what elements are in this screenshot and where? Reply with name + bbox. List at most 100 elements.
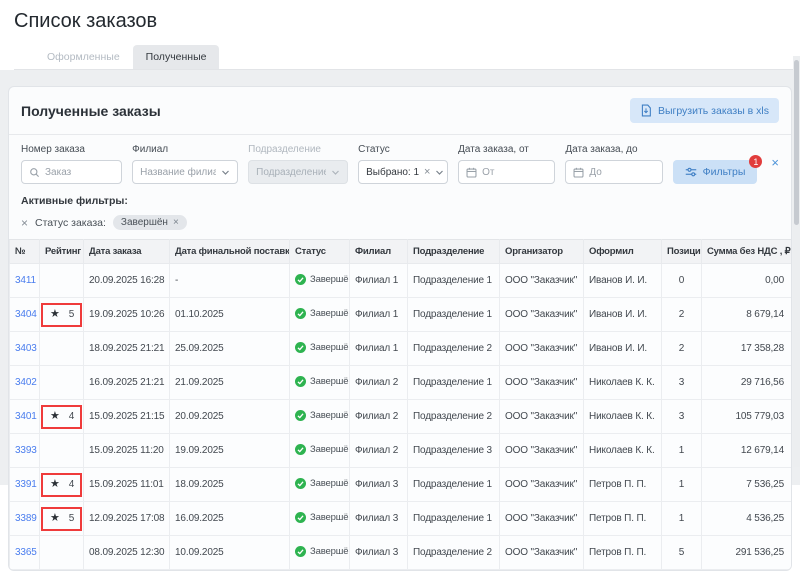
rating-highlight-box: ★4	[41, 473, 82, 497]
cell-division: Подразделение 2	[408, 332, 500, 366]
cell-status: Завершён	[290, 264, 350, 298]
page-header: Список заказов Оформленные Полученные	[0, 0, 800, 70]
col-total: Сумма без НДС , ₽	[702, 240, 793, 264]
order-link[interactable]: 3393	[15, 445, 37, 456]
status-clear-icon[interactable]: ×	[424, 167, 430, 178]
cell-final-delivery-date: 20.09.2025	[170, 400, 290, 434]
filters-button[interactable]: Фильтры	[673, 160, 758, 184]
star-icon: ★	[50, 479, 60, 490]
cell-rating	[40, 536, 84, 570]
export-file-icon	[640, 104, 652, 117]
col-number: №	[10, 240, 40, 264]
date-to-field[interactable]	[565, 160, 662, 184]
search-icon	[29, 167, 40, 178]
filters-row: Номер заказа Филиал Название филиала	[9, 135, 791, 191]
cell-branch: Филиал 3	[350, 502, 408, 536]
cell-rating: ★4	[40, 468, 84, 502]
status-badge: Завершён	[295, 308, 350, 319]
active-filter-item: × Статус заказа: Завершён ×	[21, 215, 779, 230]
cell-final-delivery-date: 25.09.2025	[170, 332, 290, 366]
check-circle-icon	[295, 376, 306, 387]
cell-positions: 2	[662, 298, 702, 332]
cell-order-number: 3402	[10, 366, 40, 400]
check-circle-icon	[295, 478, 306, 489]
table-row: 341120.09.2025 16:28-ЗавершёнФилиал 1Под…	[10, 264, 793, 298]
table-header: № Рейтинг Дата заказа Дата финальной пос…	[10, 240, 793, 264]
order-number-input[interactable]	[45, 167, 114, 178]
cell-total: 12 679,14	[702, 434, 793, 468]
cell-status: Завершён	[290, 332, 350, 366]
scrollbar-thumb[interactable]	[794, 60, 799, 225]
export-xls-button[interactable]: Выгрузить заказы в xls	[630, 98, 779, 123]
cell-rating: ★4	[40, 400, 84, 434]
status-label: Завершён	[310, 546, 350, 557]
cell-rating: ★5	[40, 502, 84, 536]
cell-total: 29 716,56	[702, 366, 793, 400]
order-link[interactable]: 3404	[15, 309, 37, 320]
filters-reset-icon[interactable]: ×	[771, 155, 779, 174]
check-circle-icon	[295, 308, 306, 319]
status-label: Завершён	[310, 274, 350, 285]
status-badge: Завершён	[295, 376, 350, 387]
status-label: Завершён	[310, 512, 350, 523]
cell-organizer: ООО "Заказчик"	[500, 332, 584, 366]
status-select[interactable]: Выбрано: 1 ×	[358, 160, 448, 184]
col-division: Подразделение	[408, 240, 500, 264]
order-link[interactable]: 3389	[15, 513, 37, 524]
order-link[interactable]: 3391	[15, 479, 37, 490]
cell-branch: Филиал 3	[350, 468, 408, 502]
division-label: Подразделение	[248, 144, 348, 155]
branch-select[interactable]: Название филиала	[132, 160, 238, 184]
filter-order-number: Номер заказа	[21, 144, 122, 184]
cell-processed-by: Петров П. П.	[584, 502, 662, 536]
division-select-value: Подразделение	[256, 167, 326, 178]
cell-total: 0,00	[702, 264, 793, 298]
cell-total: 8 679,14	[702, 298, 793, 332]
order-link[interactable]: 3402	[15, 377, 37, 388]
date-from-field[interactable]	[458, 160, 555, 184]
order-link[interactable]: 3401	[15, 411, 37, 422]
order-link[interactable]: 3365	[15, 547, 37, 558]
cell-total: 105 779,03	[702, 400, 793, 434]
cell-order-date: 15.09.2025 11:20	[84, 434, 170, 468]
division-select-disabled: Подразделение	[248, 160, 348, 184]
cell-positions: 1	[662, 502, 702, 536]
cell-positions: 1	[662, 468, 702, 502]
cell-total: 291 536,25	[702, 536, 793, 570]
order-link[interactable]: 3411	[15, 275, 36, 286]
tab-processed[interactable]: Оформленные	[34, 45, 133, 69]
remove-filter-icon[interactable]: ×	[21, 217, 28, 229]
cell-status: Завершён	[290, 468, 350, 502]
table-row: 3391★415.09.2025 11:0118.09.2025Завершён…	[10, 468, 793, 502]
status-badge: Завершён	[295, 546, 350, 557]
active-filters-title: Активные фильтры:	[21, 195, 779, 207]
cell-branch: Филиал 3	[350, 536, 408, 570]
cell-order-date: 12.09.2025 17:08	[84, 502, 170, 536]
cell-status: Завершён	[290, 536, 350, 570]
chip-label: Завершён	[121, 217, 168, 228]
cell-positions: 3	[662, 400, 702, 434]
status-label: Завершён	[310, 410, 350, 421]
date-from-input[interactable]	[482, 167, 547, 178]
status-label: Завершён	[310, 308, 350, 319]
order-number-search-field[interactable]	[21, 160, 122, 184]
filters-count-badge: 1	[749, 155, 762, 168]
status-filter-chip[interactable]: Завершён ×	[113, 215, 187, 230]
order-link[interactable]: 3403	[15, 343, 37, 354]
cell-organizer: ООО "Заказчик"	[500, 264, 584, 298]
cell-division: Подразделение 1	[408, 264, 500, 298]
orders-tbody: 341120.09.2025 16:28-ЗавершёнФилиал 1Под…	[10, 264, 793, 570]
date-to-input[interactable]	[589, 167, 654, 178]
cell-order-date: 19.09.2025 10:26	[84, 298, 170, 332]
cell-order-number: 3365	[10, 536, 40, 570]
cell-final-delivery-date: 18.09.2025	[170, 468, 290, 502]
chip-close-icon[interactable]: ×	[173, 217, 179, 228]
filter-status: Статус Выбрано: 1 ×	[358, 144, 448, 184]
tab-received[interactable]: Полученные	[133, 45, 220, 69]
filter-branch: Филиал Название филиала	[132, 144, 238, 184]
cell-organizer: ООО "Заказчик"	[500, 502, 584, 536]
scrollbar-track[interactable]	[793, 56, 800, 467]
table-row: 3401★415.09.2025 21:1520.09.2025Завершён…	[10, 400, 793, 434]
cell-status: Завершён	[290, 502, 350, 536]
check-circle-icon	[295, 444, 306, 455]
